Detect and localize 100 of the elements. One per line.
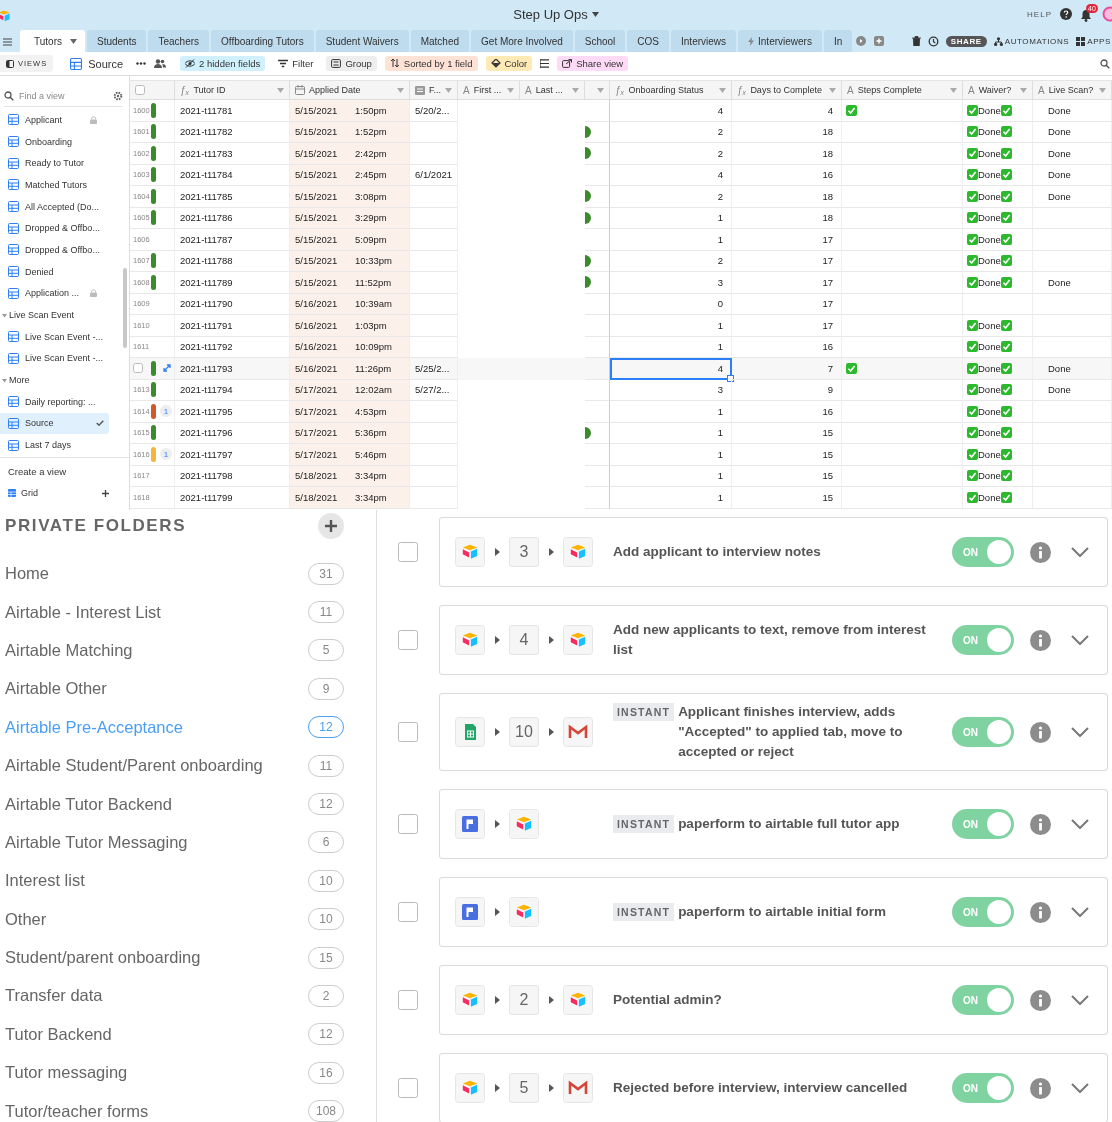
folder-item[interactable]: Airtable Matching 5 [0, 631, 376, 670]
view-item[interactable]: Daily reporting: ... [0, 390, 109, 413]
folder-item[interactable]: Airtable Student/Parent onboarding 11 [0, 746, 376, 785]
column-header[interactable]: A Waiver? [963, 81, 1033, 99]
folder-item[interactable]: Tutor/teacher forms 108 [0, 1091, 376, 1122]
section-header[interactable]: More [0, 369, 129, 391]
checkbox[interactable] [398, 630, 418, 650]
add-table-icon[interactable] [874, 36, 885, 46]
column-header[interactable]: ƒₓ Days to Complete [732, 81, 842, 99]
folder-item[interactable]: Interest list 10 [0, 861, 376, 900]
chevron-down-icon[interactable] [1071, 547, 1089, 557]
help-icon[interactable] [1060, 8, 1072, 20]
trash-icon[interactable] [911, 36, 921, 46]
folder-item[interactable]: Tutor Backend 12 [0, 1015, 376, 1054]
view-item[interactable]: Source [0, 412, 109, 435]
add-folder-button[interactable] [318, 513, 344, 539]
view-item[interactable]: Last 7 days [0, 434, 109, 456]
folder-item[interactable]: Transfer data 2 [0, 976, 376, 1016]
group-button[interactable]: Group [326, 56, 377, 71]
view-item[interactable]: All Accepted (Do... [0, 195, 109, 218]
section-header[interactable]: Live Scan Event [0, 304, 129, 326]
view-item[interactable]: Live Scan Event -... [0, 325, 109, 348]
sort-button[interactable]: Sorted by 1 field [384, 56, 478, 71]
row-checkbox[interactable] [133, 363, 143, 374]
color-button[interactable]: Color [485, 56, 533, 71]
apps-button[interactable]: APPS [1076, 36, 1111, 46]
settings-icon[interactable] [113, 91, 123, 101]
tab[interactable]: Offboarding Tutors [211, 30, 314, 52]
tab[interactable]: Matched [410, 30, 470, 52]
menu-icon[interactable] [3, 38, 12, 46]
share-view-button[interactable]: Share view [557, 56, 629, 71]
column-header[interactable]: ƒₓ Onboarding Status [610, 81, 732, 99]
tab[interactable]: COS [627, 30, 669, 52]
tab[interactable]: Get More Involved [471, 30, 573, 52]
info-icon[interactable] [1030, 541, 1051, 563]
expand-icon[interactable] [163, 364, 171, 373]
view-item[interactable]: Denied [0, 260, 109, 283]
chevron-down-icon[interactable] [1071, 819, 1089, 829]
checkbox[interactable] [135, 85, 145, 95]
info-icon[interactable] [1030, 989, 1051, 1011]
chevron-down-icon[interactable] [1071, 995, 1089, 1005]
checkbox[interactable] [398, 542, 418, 562]
column-header[interactable]: Applied Date [290, 81, 410, 99]
checkbox[interactable] [398, 722, 418, 742]
tab[interactable]: Tutors [20, 30, 85, 52]
checkbox[interactable] [398, 814, 418, 834]
view-item[interactable]: Applicant [0, 109, 109, 131]
row-height-icon[interactable] [540, 59, 550, 68]
column-header[interactable]: A First ... [458, 81, 520, 99]
tab[interactable]: In [823, 30, 853, 52]
chevron-down-icon[interactable] [1071, 727, 1089, 737]
share-button[interactable]: SHARE [945, 35, 987, 47]
search-field[interactable]: Find a view [19, 91, 108, 101]
checkbox[interactable] [398, 990, 418, 1010]
column-header[interactable]: F... [410, 81, 458, 99]
chevron-down-icon[interactable] [1071, 635, 1089, 645]
tab[interactable]: Interviews [671, 30, 737, 52]
people-icon[interactable] [154, 59, 167, 68]
create-view-option[interactable]: Grid [8, 488, 109, 498]
view-item[interactable]: Matched Tutors [0, 174, 109, 196]
view-item[interactable]: Application ... [0, 282, 109, 305]
folder-item[interactable]: Student/parent onboarding 15 [0, 938, 376, 977]
view-switcher[interactable]: Source [65, 55, 129, 72]
automations-button[interactable]: AUTOMATIONS [993, 36, 1070, 46]
tab[interactable]: Students [86, 30, 147, 52]
column-header[interactable]: A Live Scan? [1033, 81, 1112, 99]
tab[interactable]: Student Waivers [315, 30, 409, 52]
checkbox[interactable] [398, 902, 418, 922]
history-icon[interactable] [927, 35, 939, 47]
info-icon[interactable] [1030, 901, 1051, 923]
folder-item[interactable]: Airtable - Interest List 11 [0, 592, 376, 632]
info-icon[interactable] [1030, 721, 1051, 743]
column-header[interactable]: A Last ... [520, 81, 585, 99]
view-item[interactable]: Dropped & Offbo... [0, 239, 109, 261]
info-icon[interactable] [1030, 629, 1051, 651]
folder-item[interactable]: Airtable Tutor Messaging 6 [0, 823, 376, 862]
hidden-fields-button[interactable]: 2 hidden fields [180, 56, 266, 71]
info-icon[interactable] [1030, 813, 1051, 835]
tab[interactable]: School [574, 30, 626, 52]
view-item[interactable]: Ready to Tutor [0, 152, 109, 175]
view-item[interactable]: Onboarding [0, 130, 109, 153]
chevron-down-icon[interactable] [1071, 1083, 1089, 1093]
tab[interactable]: Teachers [148, 30, 210, 52]
folder-item[interactable]: Home 31 [0, 554, 376, 593]
help-link[interactable]: HELP [1027, 9, 1052, 19]
column-header[interactable]: ƒₓ Tutor ID [175, 81, 290, 99]
folder-item[interactable]: Airtable Other 9 [0, 669, 376, 709]
chevron-down-icon[interactable] [1071, 907, 1089, 917]
tab[interactable]: Interviewers [738, 30, 822, 52]
bell-icon[interactable] [1080, 9, 1092, 22]
column-header[interactable]: A Steps Complete [842, 81, 963, 99]
folder-item[interactable]: Other 10 [0, 900, 376, 939]
filter-button[interactable]: Filter [273, 56, 319, 71]
more-icon[interactable] [136, 62, 147, 65]
view-item[interactable]: Live Scan Event -... [0, 347, 109, 370]
folder-item[interactable]: Tutor messaging 16 [0, 1053, 376, 1092]
info-icon[interactable] [1030, 1077, 1051, 1099]
folder-item[interactable]: Airtable Tutor Backend 12 [0, 784, 376, 824]
view-item[interactable]: Dropped & Offbo... [0, 217, 109, 240]
checkbox[interactable] [398, 1078, 418, 1098]
